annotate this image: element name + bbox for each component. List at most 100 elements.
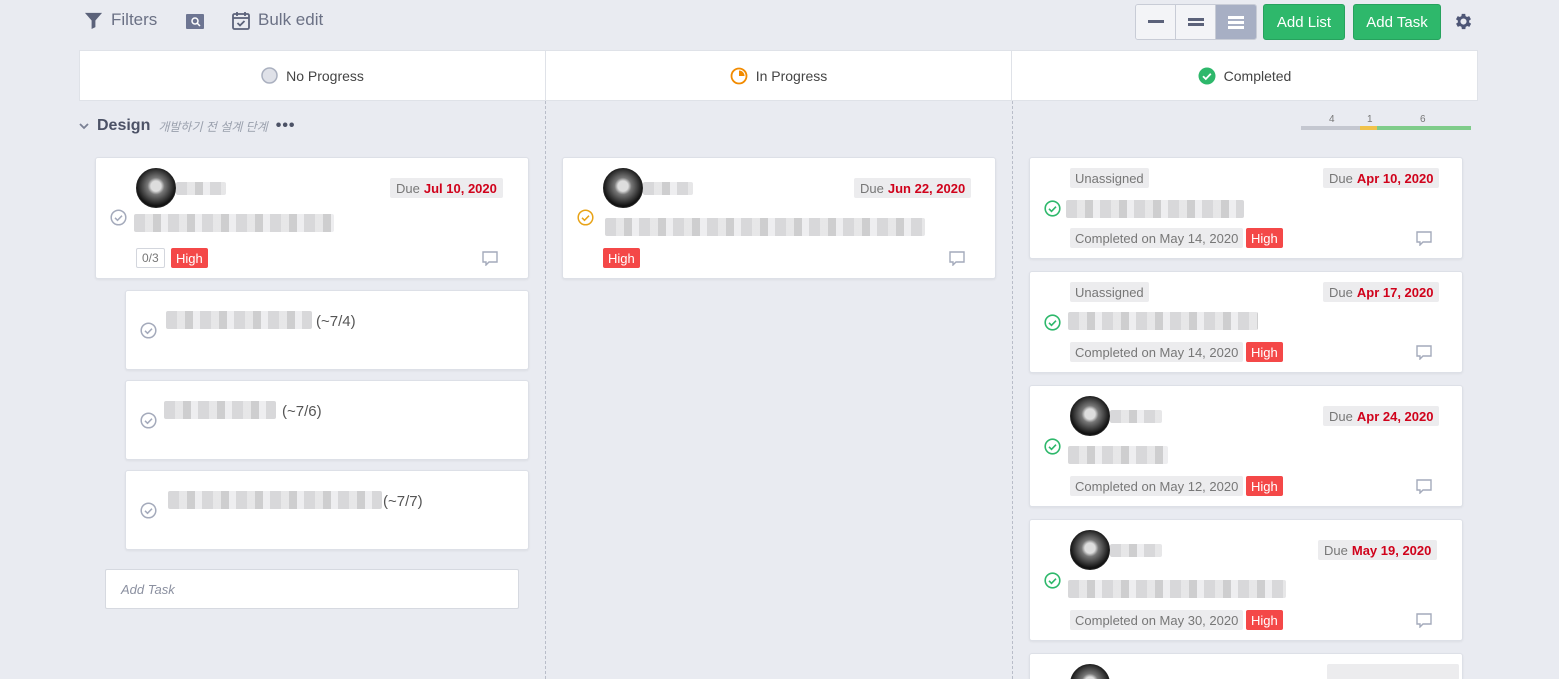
task-title (605, 218, 925, 236)
assignee-name (176, 182, 226, 195)
task-check-icon[interactable] (110, 209, 127, 226)
task-check-icon[interactable] (140, 502, 157, 519)
due-prefix: Due (396, 180, 420, 196)
filter-icon (84, 12, 103, 29)
task-card[interactable]: Unassigned Due Apr 10, 2020 Completed on… (1029, 157, 1463, 259)
filters-label: Filters (111, 10, 158, 29)
column-label: No Progress (286, 67, 364, 84)
due-date-badge: Due Jun 22, 2020 (854, 178, 972, 198)
completed-check-icon[interactable] (1044, 314, 1061, 331)
comment-icon[interactable] (1416, 613, 1432, 628)
toolbar: Filters Bulk edit Add List Add Task (0, 0, 1559, 44)
subtask-count: 0/3 (136, 248, 165, 268)
group-progress-bar: 4 1 6 (1301, 114, 1471, 132)
due-date: May 19, 2020 (1351, 542, 1432, 558)
due-date-badge: Due Apr 10, 2020 (1323, 168, 1440, 188)
subtask-deadline: (~7/4) (316, 313, 356, 330)
due-date: Apr 24, 2020 (1356, 408, 1434, 424)
subtask-title (164, 401, 276, 419)
assignee-name (1110, 410, 1162, 423)
medium-view-button[interactable] (1176, 5, 1216, 39)
completed-segment (1377, 126, 1471, 130)
bulk-edit-label: Bulk edit (258, 10, 324, 29)
assignee-name (1110, 544, 1162, 557)
completed-check-icon[interactable] (1044, 438, 1061, 455)
column-headers: No Progress In Progress Completed (79, 50, 1478, 101)
task-title (1066, 200, 1244, 218)
density-toggle (1135, 4, 1257, 40)
subtask-card[interactable]: (~7/4) (125, 290, 529, 370)
group-name: Design (97, 117, 151, 134)
task-card[interactable]: Unassigned Due Apr 17, 2020 Completed on… (1029, 271, 1463, 373)
avatar (603, 168, 643, 208)
due-date: Jun 22, 2020 (887, 180, 966, 196)
compact-view-button[interactable] (1136, 5, 1176, 39)
task-title (134, 214, 334, 232)
avatar (1070, 396, 1110, 436)
due-prefix: Due (860, 180, 884, 196)
in-progress-segment (1360, 126, 1377, 130)
column-divider (1012, 101, 1013, 679)
add-task-input[interactable]: Add Task (105, 569, 519, 609)
due-date: Apr 10, 2020 (1356, 170, 1434, 186)
subtask-card[interactable]: (~7/7) (125, 470, 529, 550)
search-icon (186, 14, 204, 29)
in-progress-count: 1 (1367, 114, 1373, 125)
add-list-button[interactable]: Add List (1263, 4, 1345, 40)
search-button[interactable] (186, 12, 204, 30)
bulk-edit-button[interactable]: Bulk edit (232, 10, 323, 30)
filters-button[interactable]: Filters (84, 10, 157, 30)
chevron-down-icon[interactable] (79, 122, 89, 130)
avatar (1070, 530, 1110, 570)
task-card[interactable]: Due May 19, 2020 Completed on May 30, 20… (1029, 519, 1463, 641)
comment-icon[interactable] (1416, 231, 1432, 246)
due-date-badge: Due Apr 24, 2020 (1323, 406, 1440, 426)
column-no-progress: No Progress (80, 51, 546, 100)
task-title (1068, 580, 1286, 598)
task-card[interactable] (1029, 653, 1463, 679)
comment-icon[interactable] (482, 251, 498, 266)
column-in-progress: In Progress (546, 51, 1012, 100)
gear-icon[interactable] (1453, 11, 1474, 32)
calendar-check-icon (232, 11, 250, 30)
triple-line-icon (1228, 15, 1244, 29)
comment-icon[interactable] (1416, 345, 1432, 360)
subtask-deadline: (~7/7) (383, 493, 423, 510)
full-view-button[interactable] (1216, 5, 1256, 39)
due-prefix: Due (1324, 542, 1348, 558)
task-card[interactable]: Due Jul 10, 2020 0/3 High (95, 157, 529, 279)
no-progress-segment (1301, 126, 1360, 130)
completed-date-badge: Completed on May 14, 2020 (1070, 228, 1244, 248)
column-completed: Completed (1012, 51, 1477, 100)
avatar (136, 168, 176, 208)
group-description: 개발하기 전 설계 단계 (158, 119, 268, 134)
completed-icon (1198, 67, 1216, 84)
due-date: Jul 10, 2020 (423, 180, 497, 196)
completed-check-icon[interactable] (1044, 200, 1061, 217)
assignee-name (643, 182, 693, 195)
completed-check-icon[interactable] (1044, 572, 1061, 589)
task-check-icon[interactable] (140, 322, 157, 339)
priority-badge: High (1246, 228, 1283, 248)
group-header[interactable]: Design 개발하기 전 설계 단계 ••• (79, 117, 296, 135)
add-task-button[interactable]: Add Task (1353, 4, 1441, 40)
task-card[interactable]: Due Apr 24, 2020 Completed on May 12, 20… (1029, 385, 1463, 507)
subtask-title (168, 491, 382, 509)
due-date-badge: Due Jul 10, 2020 (390, 178, 503, 198)
assignee-badge: Unassigned (1070, 168, 1149, 188)
due-date-badge: Due Apr 17, 2020 (1323, 282, 1440, 302)
comment-icon[interactable] (949, 251, 965, 266)
avatar (1070, 664, 1110, 679)
task-card[interactable]: Due Jun 22, 2020 High (562, 157, 996, 279)
single-line-icon (1147, 20, 1164, 23)
completed-date-badge: Completed on May 14, 2020 (1070, 342, 1244, 362)
comment-icon[interactable] (1416, 479, 1432, 494)
priority-badge: High (171, 248, 208, 268)
task-check-icon[interactable] (577, 209, 594, 226)
task-check-icon[interactable] (140, 412, 157, 429)
priority-badge: High (603, 248, 640, 268)
no-progress-count: 4 (1329, 114, 1335, 125)
subtask-card[interactable]: (~7/6) (125, 380, 529, 460)
task-title (1068, 312, 1258, 330)
more-options-icon[interactable]: ••• (276, 117, 296, 135)
